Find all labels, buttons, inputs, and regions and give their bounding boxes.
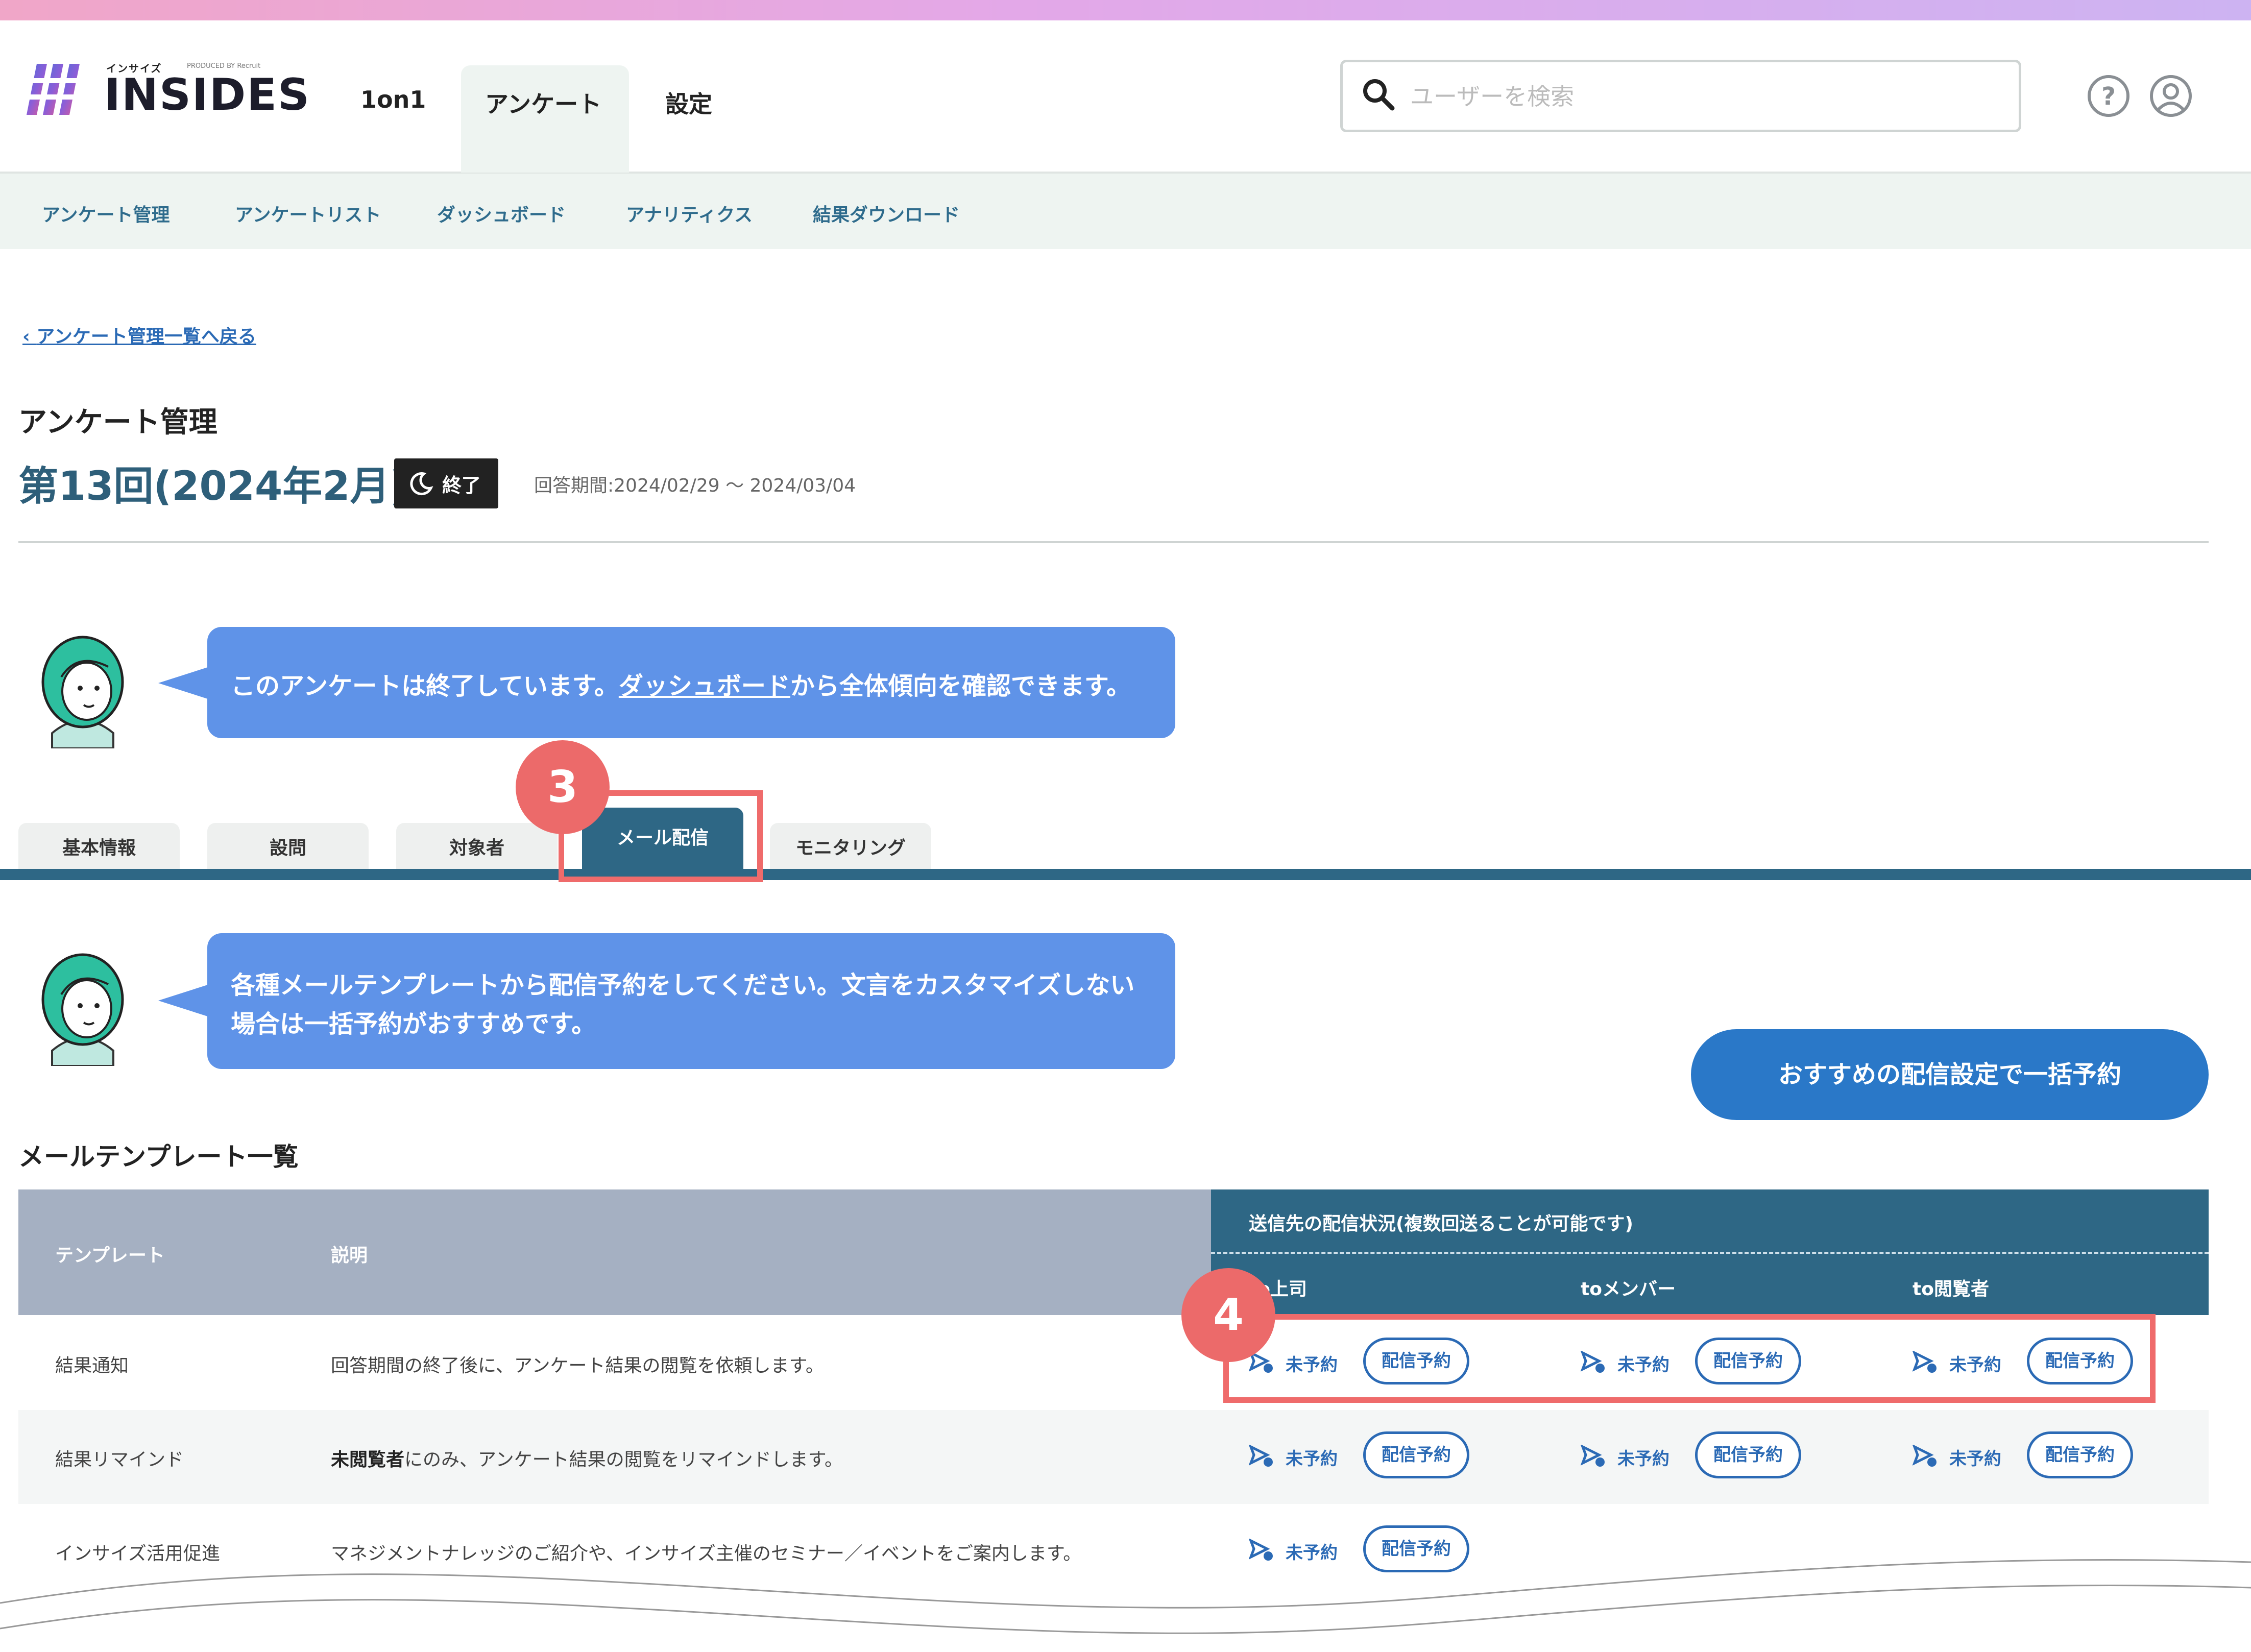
tab-monitoring[interactable]: モニタリング xyxy=(770,823,931,869)
top-gradient-bar xyxy=(0,0,2251,20)
assistant-avatar-icon xyxy=(41,636,124,748)
send-mail-icon xyxy=(1913,1445,1937,1467)
guide-bubble: 各種メールテンプレートから配信予約をしてください。文言をカスタマイズしない 場合… xyxy=(207,933,1175,1069)
reserve-button[interactable]: 配信予約 xyxy=(1695,1431,1801,1478)
back-link[interactable]: ‹ アンケート管理一覧へ戻る xyxy=(22,322,256,348)
tab-basic-info[interactable]: 基本情報 xyxy=(18,823,180,869)
reserve-button[interactable]: 配信予約 xyxy=(1363,1431,1469,1478)
subnav-dashboard[interactable]: ダッシュボード xyxy=(437,200,566,227)
info-message-before: このアンケートは終了しています。 xyxy=(231,672,619,700)
global-nav-1on1[interactable]: 1on1 xyxy=(360,86,426,113)
info-bubble: このアンケートは終了しています。ダッシュボードから全体傾向を確認できます。 xyxy=(207,627,1175,738)
answer-period: 回答期間:2024/02/29 ～ 2024/03/04 xyxy=(534,475,856,496)
svg-text:?: ? xyxy=(2101,82,2116,111)
dashboard-link[interactable]: ダッシュボード xyxy=(619,672,790,700)
status-label: 終了 xyxy=(442,474,481,497)
tab-questions[interactable]: 設問 xyxy=(207,823,369,869)
column-to-member: toメンバー xyxy=(1581,1279,1676,1300)
subnav-survey-management[interactable]: アンケート管理 xyxy=(42,200,170,227)
global-nav-settings[interactable]: 設定 xyxy=(665,86,712,119)
table-header-divider xyxy=(1211,1252,2209,1254)
insides-logo-icon[interactable] xyxy=(27,64,93,115)
column-template: テンプレート xyxy=(55,1245,165,1266)
global-nav-survey[interactable]: アンケート xyxy=(485,86,601,119)
template-name: 結果リマインド xyxy=(55,1449,184,1470)
guide-message-line2: 場合は一括予約がおすすめです。 xyxy=(231,1010,596,1038)
tab-targets[interactable]: 対象者 xyxy=(396,823,558,869)
search-icon xyxy=(1363,79,1395,111)
template-list-title: メールテンプレート一覧 xyxy=(18,1142,299,1172)
reserve-button[interactable]: 配信予約 xyxy=(2027,1431,2133,1478)
info-message-after: から全体傾向を確認できます。 xyxy=(790,672,1131,700)
torn-edge-divider xyxy=(0,1559,2251,1652)
user-account-icon[interactable] xyxy=(2149,74,2193,118)
delivery-status: 未予約 xyxy=(1617,1449,1669,1469)
template-description: 回答期間の終了後に、アンケート結果の閲覧を依頼します。 xyxy=(331,1355,824,1376)
column-status-group: 送信先の配信状況(複数回送ることが可能です) xyxy=(1249,1213,1633,1234)
step-marker-3: 3 xyxy=(516,740,610,834)
status-badge: 終了 xyxy=(394,458,498,508)
bulk-reserve-button[interactable]: おすすめの配信設定で一括予約 xyxy=(1691,1029,2209,1120)
send-mail-icon xyxy=(1249,1445,1273,1467)
column-to-viewer: to閲覧者 xyxy=(1913,1279,1989,1300)
guide-message-line1: 各種メールテンプレートから配信予約をしてください。文言をカスタマイズしない xyxy=(231,971,1135,1000)
send-mail-icon xyxy=(1581,1445,1605,1467)
description-text: にのみ、アンケート結果の閲覧をリマインドします。 xyxy=(404,1449,843,1470)
tab-underline xyxy=(0,869,2251,880)
divider xyxy=(18,541,2209,543)
search-input[interactable] xyxy=(1409,76,1998,117)
moon-icon xyxy=(410,472,433,496)
subnav-survey-list[interactable]: アンケートリスト xyxy=(235,200,381,227)
subnav-analytics[interactable]: アナリティクス xyxy=(626,200,753,227)
delivery-status: 未予約 xyxy=(1286,1449,1338,1469)
step-marker-4: 4 xyxy=(1181,1268,1275,1362)
assistant-avatar-icon xyxy=(41,953,124,1066)
brand-name: INSIDES xyxy=(104,69,310,120)
page-title: アンケート管理 xyxy=(18,406,217,439)
survey-name: 第13回(2024年2月) xyxy=(18,464,408,509)
highlight-box-step4 xyxy=(1223,1314,2156,1403)
description-emphasis: 未閲覧者 xyxy=(331,1449,405,1470)
delivery-status: 未予約 xyxy=(1949,1449,2001,1469)
info-message: このアンケートは終了しています。ダッシュボードから全体傾向を確認できます。 xyxy=(231,666,1131,701)
brand-produced-by: PRODUCED BY Recruit xyxy=(187,62,261,70)
template-name: 結果通知 xyxy=(55,1355,129,1376)
subnav-result-download[interactable]: 結果ダウンロード xyxy=(813,200,960,227)
template-description: 未閲覧者にのみ、アンケート結果の閲覧をリマインドします。 xyxy=(331,1445,843,1471)
help-icon[interactable]: ? xyxy=(2087,74,2131,118)
back-link-label[interactable]: アンケート管理一覧へ戻る xyxy=(36,326,256,347)
bubble-tail xyxy=(158,667,209,699)
table-header-left xyxy=(18,1189,1211,1315)
bubble-tail xyxy=(158,984,209,1017)
column-description: 説明 xyxy=(331,1245,368,1266)
